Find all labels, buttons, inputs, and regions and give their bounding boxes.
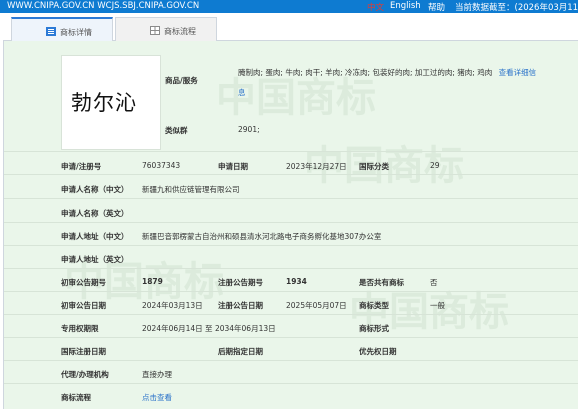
process-view-link[interactable]: 点击查看 [142,392,172,403]
reg-pub-date-label: 注册公告日期 [218,301,263,310]
trademark-logo: 勃尔沁 [61,55,161,150]
language-english-link[interactable]: English [390,1,421,11]
help-link[interactable]: 帮助 [428,1,445,13]
apply-date-label: 申请日期 [218,162,248,171]
apply-date-value: 2023年12月27日 [286,162,347,171]
reg-pub-date-value: 2025年05月07日 [286,301,347,310]
trademark-form-label: 商标形式 [359,324,389,333]
grid-icon [150,26,160,35]
similar-group-label: 类似群 [165,126,188,135]
exclusive-period-value: 2024年06月14日 至 2034年06月13日 [142,324,276,333]
exclusive-period-label: 专用权期限 [61,324,99,333]
applicant-address-en-label: 申请人地址（英文） [61,255,129,264]
row-divider [4,360,578,361]
reg-number-value: 76037343 [142,161,181,170]
trademark-detail-panel: 中国商标 中国商标 中国商标 中国商标 勃尔沁 商品/服务 腌制肉; 蛋肉; 牛… [3,41,578,409]
top-bar: WWW.CNIPA.GOV.CN WCJS.SBJ.CNIPA.GOV.CN 中… [0,0,578,13]
shared-trademark-label: 是否共有商标 [359,278,404,287]
agent-value: 直接办理 [142,370,172,379]
row-divider [4,222,578,223]
row-divider [4,383,578,384]
prelim-pub-number-label: 初审公告期号 [61,278,106,287]
applicant-name-en-label: 申请人名称（英文） [61,209,129,218]
row-divider [4,198,578,199]
row-divider [4,151,578,152]
applicant-name-cn-label: 申请人名称（中文） [61,185,129,194]
row-divider [4,337,578,338]
intl-reg-date-label: 国际注册日期 [61,347,106,356]
priority-date-label: 优先权日期 [359,347,397,356]
trademark-logo-text: 勃尔沁 [71,91,137,115]
later-designation-date-label: 后期指定日期 [218,347,263,356]
similar-group-value: 2901; [238,125,260,134]
intl-class-label: 国际分类 [359,162,389,171]
goods-services-value: 腌制肉; 蛋肉; 牛肉; 肉干; 羊肉; 冷冻肉; 包装好的肉; 加工过的肉; … [238,68,537,97]
trademark-type-label: 商标类型 [359,301,389,310]
applicant-address-cn-label: 申请人地址（中文） [61,232,129,241]
reg-number-label: 申请/注册号 [61,162,102,171]
reg-pub-number-label: 注册公告期号 [218,278,263,287]
prelim-pub-date-label: 初审公告日期 [61,301,106,310]
list-icon [46,27,56,36]
row-divider [4,268,578,269]
site-links[interactable]: WWW.CNIPA.GOV.CN WCJS.SBJ.CNIPA.GOV.CN [7,1,199,11]
reg-pub-number-value: 1934 [286,277,307,286]
agent-label: 代理/办理机构 [61,370,109,379]
row-divider [4,245,578,246]
tab-label: 商标流程 [164,27,196,36]
applicant-name-cn-value: 新疆九和供应链管理有限公司 [142,185,240,194]
process-label: 商标流程 [61,393,91,402]
row-divider [4,291,578,292]
tab-trademark-process[interactable]: 商标流程 [115,17,217,41]
tab-trademark-details[interactable]: 商标详情 [11,17,113,41]
tab-bar: 商标详情 商标流程 [3,17,578,41]
data-as-of-text: 当前数据截至：(2026年03月11日 [455,3,578,13]
trademark-type-value: 一般 [430,301,445,310]
row-divider [4,314,578,315]
goods-services-label: 商品/服务 [165,76,198,85]
prelim-pub-number-value: 1879 [142,277,163,286]
prelim-pub-date-value: 2024年03月13日 [142,301,203,310]
tab-label: 商标详情 [60,28,92,37]
language-chinese-link[interactable]: 中文 [367,1,384,13]
row-divider [4,174,578,175]
shared-trademark-value: 否 [430,278,438,287]
applicant-address-cn-value: 新疆巴音郭楞蒙古自治州和硕县清水河北路电子商务孵化基地307办公室 [142,232,382,241]
intl-class-value: 29 [430,161,440,170]
